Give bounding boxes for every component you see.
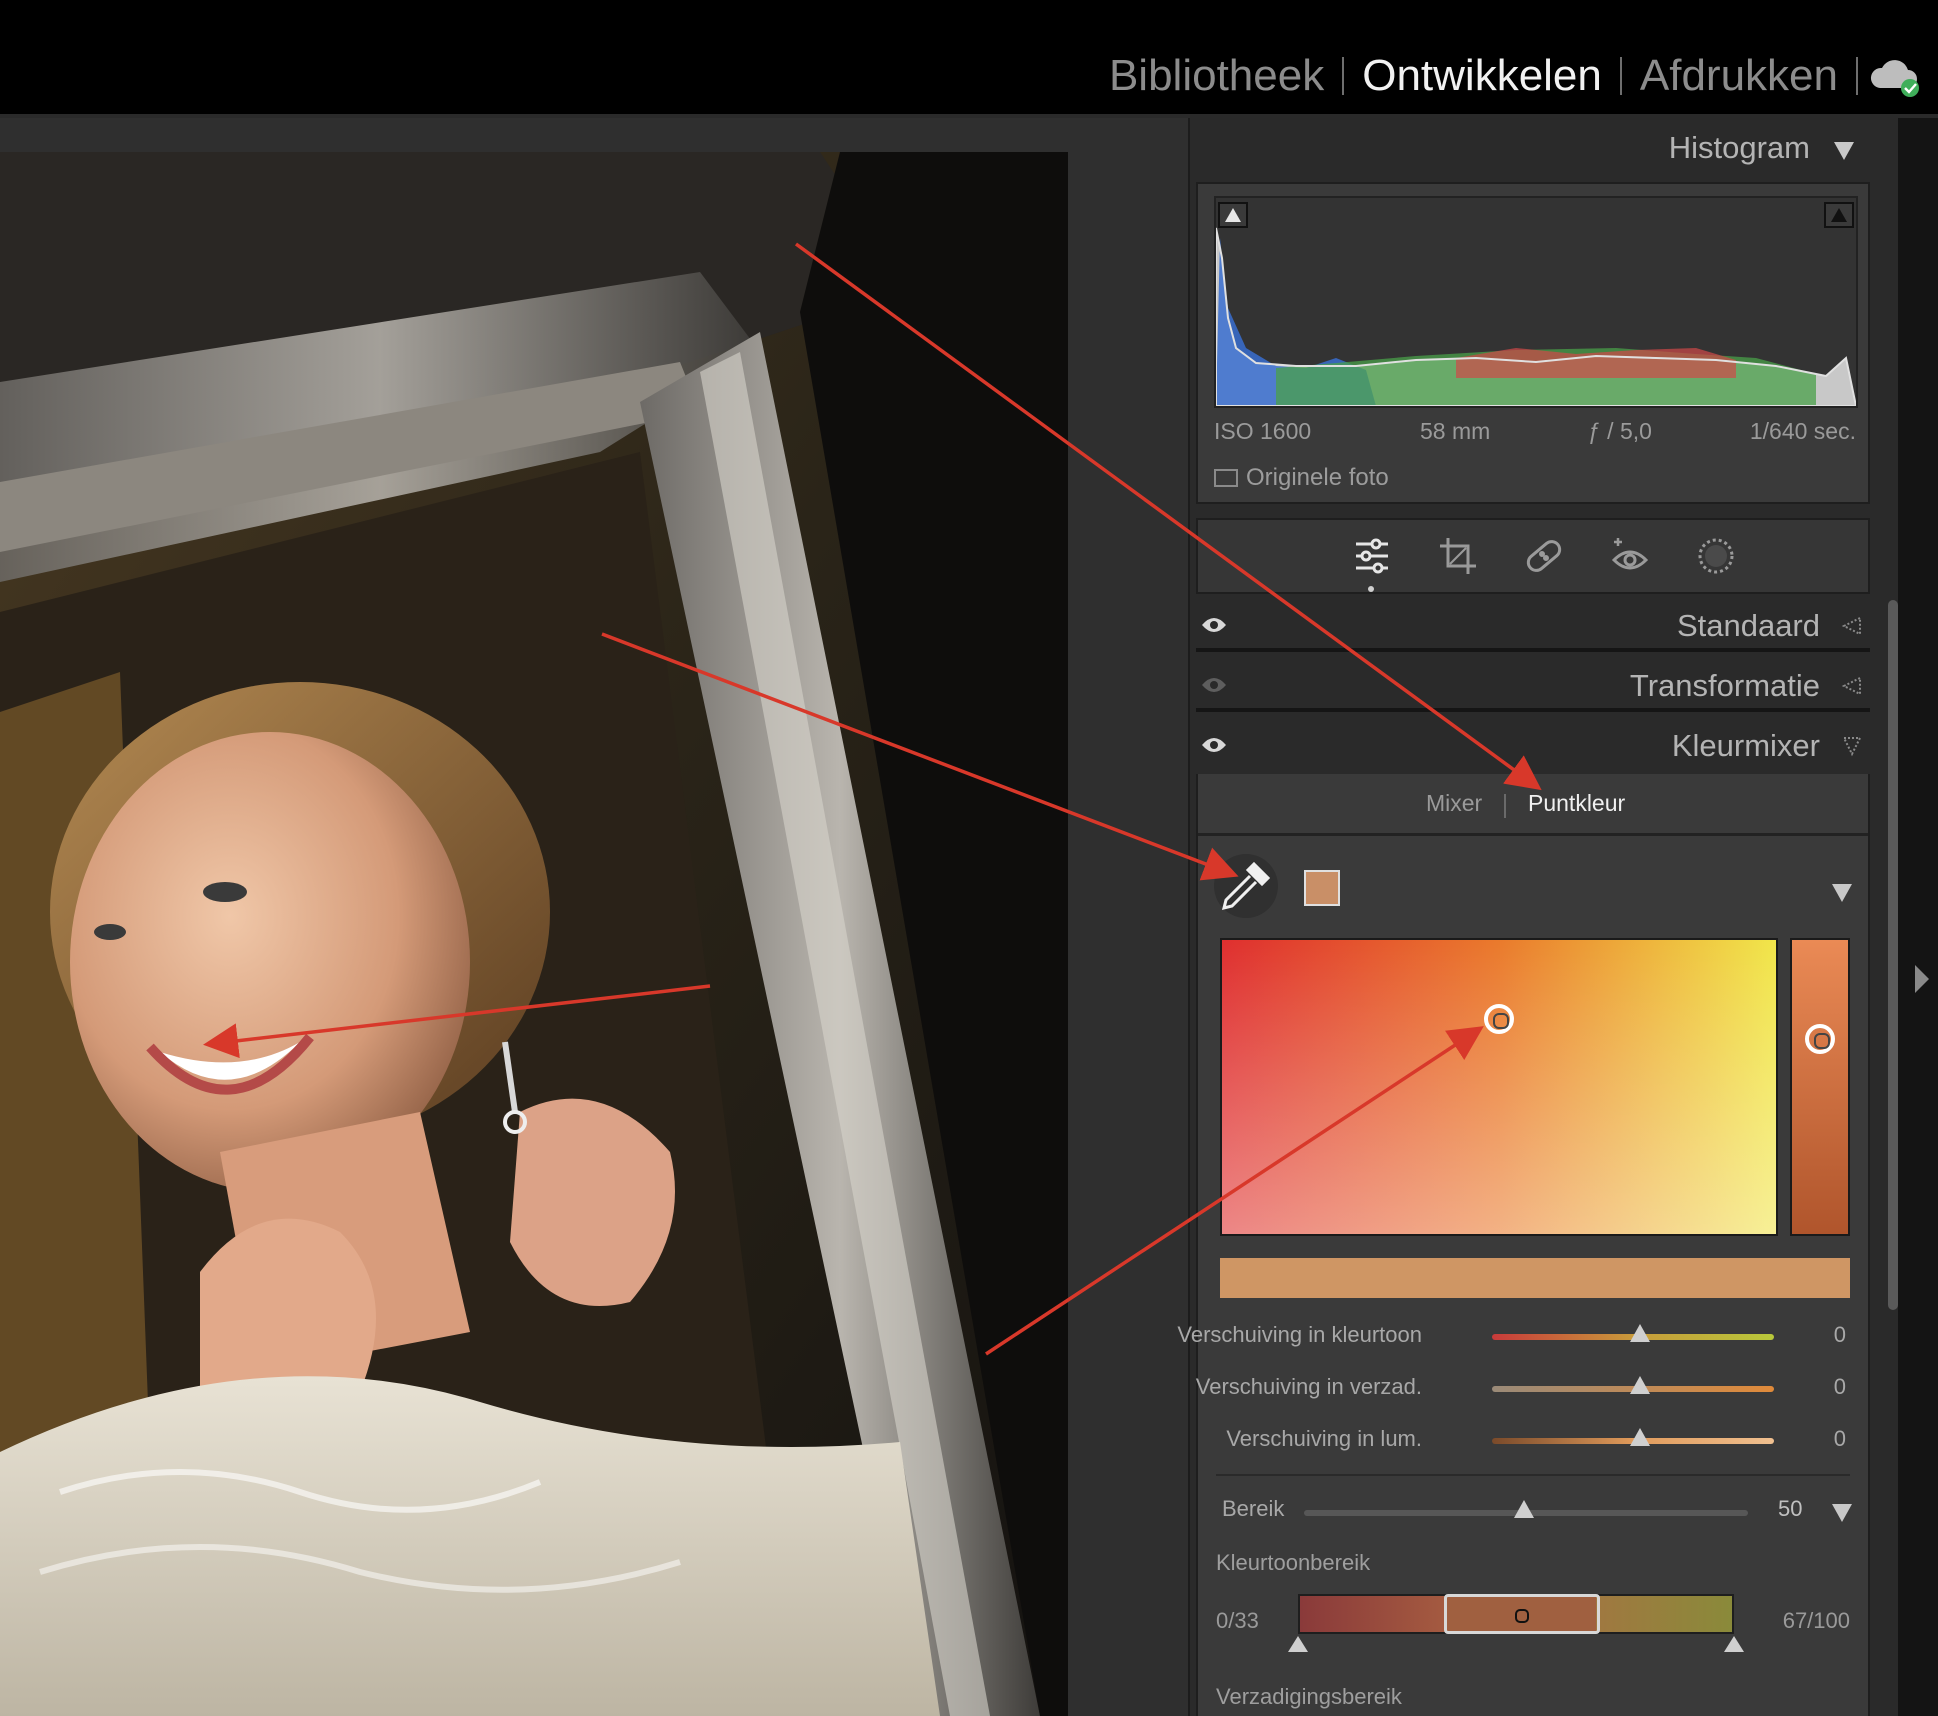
original-photo-label: Originele foto bbox=[1246, 464, 1389, 491]
hue-range-right-handle[interactable] bbox=[1724, 1636, 1744, 1652]
color-mixer-tabs: Mixer Puntkleur bbox=[1198, 774, 1868, 836]
range-slider-thumb[interactable] bbox=[1514, 1500, 1534, 1518]
slider-label: Verschuiving in lum. bbox=[1226, 1426, 1422, 1451]
eye-icon[interactable] bbox=[1200, 614, 1228, 636]
edit-sliders-icon[interactable] bbox=[1350, 534, 1394, 578]
tab-separator bbox=[1504, 794, 1506, 818]
tab-puntkleur[interactable]: Puntkleur bbox=[1528, 790, 1625, 817]
hue-range-left-handle[interactable] bbox=[1288, 1636, 1308, 1652]
slider-thumb[interactable] bbox=[1630, 1428, 1650, 1446]
histogram-title: Histogram bbox=[1668, 130, 1810, 165]
hue-range-label: Kleurtoonbereik bbox=[1216, 1550, 1371, 1575]
exif-shutter: 1/640 sec. bbox=[1749, 418, 1856, 444]
histogram-header[interactable]: Histogram bbox=[1188, 118, 1888, 182]
panel-scrollbar[interactable] bbox=[1888, 600, 1898, 1310]
luminance-strip[interactable] bbox=[1790, 938, 1850, 1236]
histogram-panel: ISO 1600 58 mm ƒ / 5,0 1/640 sec. Origin… bbox=[1196, 182, 1870, 504]
section-expand-icon[interactable] bbox=[1840, 614, 1864, 638]
module-develop[interactable]: Ontwikkelen bbox=[1344, 51, 1620, 101]
hue-saturation-picker[interactable] bbox=[1220, 938, 1778, 1236]
section-standaard[interactable]: Standaard bbox=[1196, 600, 1870, 652]
sampled-color-swatch[interactable] bbox=[1304, 870, 1340, 906]
shadow-clipping-toggle[interactable] bbox=[1218, 202, 1248, 228]
active-tool-indicator bbox=[1368, 586, 1374, 592]
section-title-kleurmixer: Kleurmixer bbox=[1671, 728, 1820, 763]
eyedropper-icon[interactable] bbox=[1214, 854, 1278, 918]
module-library[interactable]: Bibliotheek bbox=[1091, 51, 1342, 101]
panel-toggle-arrow-icon[interactable] bbox=[1915, 965, 1929, 993]
crop-icon[interactable] bbox=[1436, 534, 1480, 578]
mask-icon[interactable] bbox=[1694, 534, 1738, 578]
range-label: Bereik bbox=[1222, 1496, 1285, 1521]
slider-label: Verschuiving in verzad. bbox=[1195, 1374, 1422, 1399]
swatch-options-icon[interactable] bbox=[1832, 884, 1852, 902]
hue-range-low bbox=[1300, 1596, 1444, 1632]
eye-icon[interactable] bbox=[1200, 734, 1228, 756]
slider-hue-shift: Verschuiving in kleurtoon 0 bbox=[1177, 1316, 1868, 1356]
slider-value[interactable]: 0 bbox=[1834, 1426, 1846, 1452]
photo-image bbox=[0, 152, 1068, 1716]
histogram-collapse-icon[interactable] bbox=[1834, 142, 1854, 160]
slider-thumb[interactable] bbox=[1630, 1376, 1650, 1394]
healing-icon[interactable] bbox=[1522, 534, 1566, 578]
original-photo-toggle[interactable]: Originele foto bbox=[1214, 464, 1389, 492]
section-collapse-icon[interactable] bbox=[1840, 734, 1864, 758]
section-title-transformatie: Transformatie bbox=[1629, 668, 1820, 703]
highlight-clipping-toggle[interactable] bbox=[1824, 202, 1854, 228]
exif-focal-length: 58 mm bbox=[1420, 418, 1491, 444]
tool-strip bbox=[1196, 518, 1870, 594]
slider-saturation-shift: Verschuiving in verzad. 0 bbox=[1195, 1368, 1868, 1408]
picker-target-icon[interactable] bbox=[1484, 1004, 1514, 1034]
histogram-graph bbox=[1215, 227, 1858, 407]
sampled-color-bar bbox=[1220, 1258, 1850, 1298]
section-title-standaard: Standaard bbox=[1676, 608, 1820, 643]
photo-preview[interactable] bbox=[0, 152, 1068, 1716]
luminance-target-icon[interactable] bbox=[1805, 1024, 1835, 1054]
original-photo-checkbox[interactable] bbox=[1214, 469, 1238, 487]
red-eye-icon[interactable] bbox=[1608, 534, 1652, 578]
section-expand-icon[interactable] bbox=[1840, 674, 1864, 698]
section-transformatie[interactable]: Transformatie bbox=[1196, 660, 1870, 712]
exif-iso: ISO 1600 bbox=[1214, 418, 1312, 444]
cloud-synced-icon[interactable] bbox=[1858, 48, 1938, 104]
tab-mixer[interactable]: Mixer bbox=[1426, 790, 1482, 817]
panel-scroll-track[interactable] bbox=[1898, 118, 1938, 1716]
slider-label: Verschuiving in kleurtoon bbox=[1177, 1322, 1422, 1347]
slider-value[interactable]: 0 bbox=[1834, 1322, 1846, 1348]
module-bar: Bibliotheek Ontwikkelen Afdrukken bbox=[0, 0, 1938, 114]
slider-luminance-shift: Verschuiving in lum. 0 bbox=[1198, 1420, 1868, 1460]
divider bbox=[1216, 1474, 1850, 1476]
picker-gradient bbox=[1222, 940, 1776, 1234]
section-kleurmixer[interactable]: Kleurmixer bbox=[1196, 720, 1870, 772]
hue-range-max: 67/100 bbox=[1782, 1608, 1850, 1633]
eye-icon[interactable] bbox=[1200, 674, 1228, 696]
module-print[interactable]: Afdrukken bbox=[1622, 51, 1856, 101]
hue-range-bar[interactable] bbox=[1298, 1594, 1734, 1634]
saturation-range-label: Verzadigingsbereik bbox=[1216, 1684, 1402, 1709]
range-value[interactable]: 50 bbox=[1778, 1496, 1802, 1522]
range-expand-icon[interactable] bbox=[1832, 1504, 1852, 1522]
slider-thumb[interactable] bbox=[1630, 1324, 1650, 1342]
exif-aperture: ƒ / 5,0 bbox=[1588, 418, 1652, 444]
hue-range-min: 0/33 bbox=[1216, 1608, 1259, 1633]
color-mixer-body: Mixer Puntkleur Verschuiving in kleurtoo… bbox=[1177, 774, 1870, 1716]
hue-range-high bbox=[1596, 1596, 1732, 1632]
slider-value[interactable]: 0 bbox=[1834, 1374, 1846, 1400]
module-picker: Bibliotheek Ontwikkelen Afdrukken bbox=[1091, 48, 1938, 104]
histogram-plot[interactable] bbox=[1214, 196, 1858, 408]
hue-range-center-handle[interactable] bbox=[1444, 1594, 1600, 1634]
